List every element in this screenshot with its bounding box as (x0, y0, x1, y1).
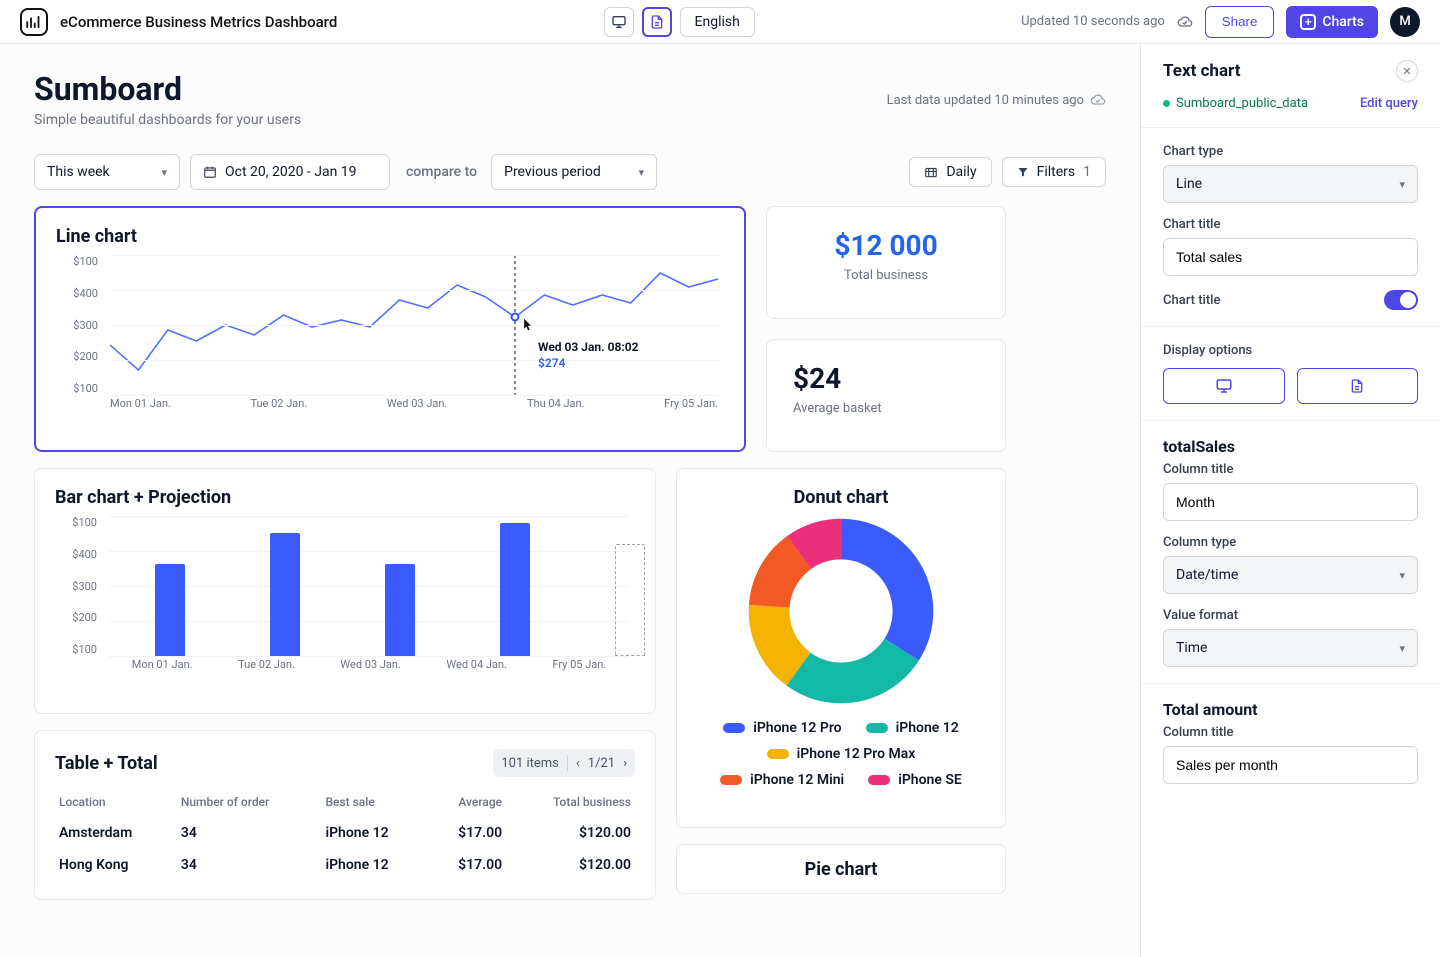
section-heading: totalSales (1163, 437, 1418, 456)
frequency-select[interactable]: Daily (909, 157, 991, 187)
cloud-sync-icon (1177, 14, 1193, 30)
app-logo (20, 8, 48, 36)
column-title2-input[interactable] (1163, 746, 1418, 784)
donut-chart: iPhone 12 Pro iPhone 12 iPhone 12 Pro Ma… (697, 516, 985, 788)
column-type-select[interactable]: Date/time▾ (1163, 556, 1418, 594)
filter-icon (1017, 166, 1029, 178)
value-format-select[interactable]: Time▾ (1163, 629, 1418, 667)
display-desktop-option[interactable] (1163, 368, 1285, 404)
calendar-grid-icon (924, 165, 938, 179)
controls-bar: This week ▾ Oct 20, 2020 - Jan 19 compar… (34, 154, 1106, 190)
add-chart-button[interactable]: + Charts (1286, 6, 1378, 38)
kpi-total-business[interactable]: $12 000 Total business (766, 206, 1006, 319)
page-title: Sumboard (34, 70, 301, 108)
card-title: Table + Total (55, 753, 158, 774)
data-source-chip[interactable]: Sumboard_public_data (1163, 96, 1308, 111)
field-label: Display options (1163, 343, 1418, 358)
edit-query-link[interactable]: Edit query (1360, 96, 1418, 111)
date-range-input[interactable]: Oct 20, 2020 - Jan 19 (190, 154, 390, 190)
range-select[interactable]: This week ▾ (34, 154, 180, 190)
cursor-icon (523, 318, 531, 330)
data-table: Location Number of order Best sale Avera… (55, 787, 635, 881)
main-area: Sumboard Simple beautiful dashboards for… (0, 44, 1140, 957)
line-chart: $100 $400 $300 $200 $100 (56, 255, 724, 415)
donut-legend: iPhone 12 Pro iPhone 12 iPhone 12 Pro Ma… (697, 720, 985, 788)
language-label: English (695, 14, 740, 30)
view-document-button[interactable] (642, 7, 672, 37)
calendar-icon (203, 165, 217, 179)
side-panel: Text chart ✕ Sumboard_public_data Edit q… (1140, 44, 1440, 957)
field-label: Column title (1163, 725, 1418, 740)
toggle-label: Chart title (1163, 293, 1220, 308)
card-title: Bar chart + Projection (55, 487, 635, 508)
kpi-avg-basket[interactable]: $24 Average basket (766, 339, 1006, 452)
compare-select[interactable]: Previous period ▾ (491, 154, 657, 190)
page-next-button[interactable]: › (623, 756, 627, 771)
language-select[interactable]: English (680, 7, 755, 37)
updated-label: Updated 10 seconds ago (1021, 14, 1165, 29)
field-label: Column title (1163, 462, 1418, 477)
card-title: Line chart (56, 226, 724, 247)
chart-tooltip: Wed 03 Jan. 08:02 $274 (538, 339, 639, 371)
display-document-option[interactable] (1297, 368, 1419, 404)
table-row[interactable]: Amsterdam 34 iPhone 12 $17.00 $120.00 (55, 817, 635, 849)
column-title-input[interactable] (1163, 483, 1418, 521)
close-panel-button[interactable]: ✕ (1396, 60, 1418, 82)
table-row[interactable]: Hong Kong 34 iPhone 12 $17.00 $120.00 (55, 849, 635, 881)
chart-title-input[interactable] (1163, 238, 1418, 276)
field-label: Chart type (1163, 144, 1418, 159)
chart-title-toggle[interactable] (1384, 290, 1418, 310)
line-chart-card[interactable]: Line chart $100 $400 $300 $200 $100 (34, 206, 746, 452)
view-desktop-button[interactable] (604, 7, 634, 37)
section-heading: Total amount (1163, 700, 1418, 719)
filters-button[interactable]: Filters 1 (1002, 157, 1106, 187)
cloud-sync-icon (1090, 92, 1106, 108)
share-button[interactable]: Share (1205, 6, 1275, 38)
chevron-down-icon: ▾ (1399, 642, 1405, 655)
table-card[interactable]: Table + Total 101 items ‹ 1/21 › Locatio… (34, 730, 656, 900)
top-bar: eCommerce Business Metrics Dashboard Eng… (0, 0, 1440, 44)
status-dot-icon (1163, 100, 1170, 107)
chevron-down-icon: ▾ (1399, 178, 1405, 191)
card-title: Pie chart (805, 859, 878, 880)
card-title: Donut chart (697, 487, 985, 508)
field-label: Chart title (1163, 217, 1418, 232)
bar-chart: $100 $400 $300 $200 $100 (55, 516, 635, 676)
plus-icon: + (1300, 14, 1316, 30)
field-label: Value format (1163, 608, 1418, 623)
chevron-down-icon: ▾ (161, 166, 167, 179)
pie-chart-card[interactable]: Pie chart (676, 844, 1006, 894)
table-pager: 101 items ‹ 1/21 › (493, 749, 635, 777)
bar-chart-card[interactable]: Bar chart + Projection $100 $400 $300 $2… (34, 468, 656, 714)
kpi-label: Average basket (793, 401, 995, 416)
page-prev-button[interactable]: ‹ (576, 756, 580, 771)
app-title: eCommerce Business Metrics Dashboard (60, 13, 337, 31)
kpi-value: $24 (793, 362, 995, 395)
page-indicator: 1/21 (588, 756, 615, 771)
kpi-label: Total business (777, 268, 995, 283)
kpi-value: $12 000 (777, 229, 995, 262)
user-avatar[interactable]: M (1390, 7, 1420, 37)
chart-type-select[interactable]: Line▾ (1163, 165, 1418, 203)
last-updated-label: Last data updated 10 minutes ago (887, 93, 1084, 108)
donut-chart-card[interactable]: Donut chart iPhone 12 Pro iPhone 12 (676, 468, 1006, 828)
compare-label: compare to (406, 164, 477, 180)
chevron-down-icon: ▾ (1399, 569, 1405, 582)
items-count: 101 items (501, 756, 559, 771)
side-panel-title: Text chart (1163, 61, 1240, 81)
field-label: Column type (1163, 535, 1418, 550)
chevron-down-icon: ▾ (639, 166, 645, 179)
page-subtitle: Simple beautiful dashboards for your use… (34, 112, 301, 128)
